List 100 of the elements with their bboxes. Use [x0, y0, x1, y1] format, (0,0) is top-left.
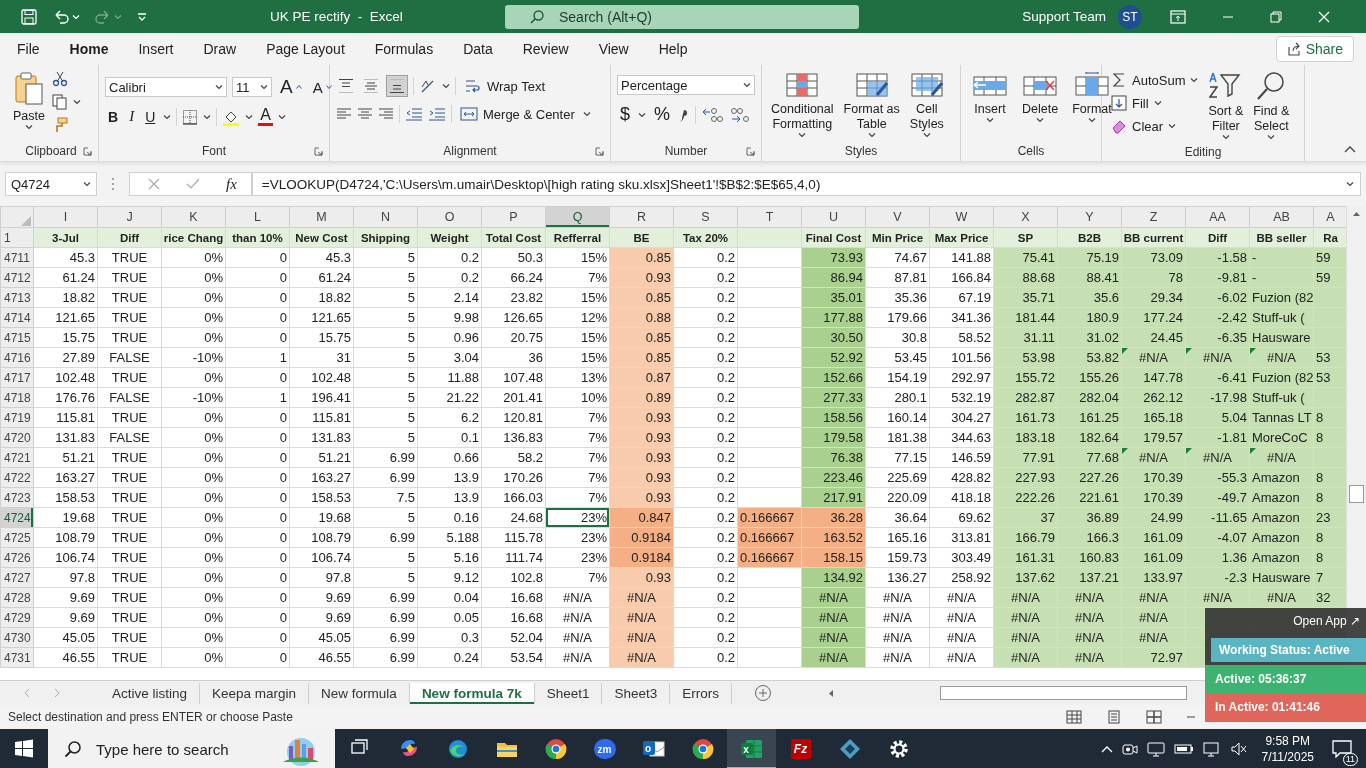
table-cell[interactable]: 121.65 [289, 307, 354, 328]
table-cell[interactable]: 0% [161, 287, 226, 308]
shrink-font-button[interactable]: A [309, 77, 335, 97]
caret-icon[interactable] [638, 111, 646, 118]
close-icon[interactable] [1318, 10, 1330, 23]
table-cell[interactable]: 0.66 [417, 447, 482, 468]
table-cell[interactable]: 19.68 [289, 507, 354, 528]
column-header[interactable]: J [97, 206, 162, 228]
table-cell[interactable]: 6.2 [417, 407, 482, 428]
table-cell[interactable]: TRUE [97, 647, 162, 668]
table-cell[interactable]: #N/A [929, 607, 994, 628]
caret-icon[interactable] [215, 84, 223, 90]
table-cell[interactable]: 292.97 [929, 367, 994, 388]
table-cell[interactable]: 15% [545, 287, 610, 308]
table-cell[interactable]: 6.99 [353, 587, 418, 608]
caret-icon[interactable] [72, 99, 81, 105]
table-cell[interactable]: 163.27 [33, 467, 98, 488]
table-cell[interactable]: 5.16 [417, 547, 482, 568]
menu-tab[interactable]: Review [509, 35, 582, 63]
table-cell[interactable]: 120.81 [481, 407, 546, 428]
table-cell[interactable]: 225.69 [865, 467, 930, 488]
table-cell[interactable]: 0% [161, 647, 226, 668]
table-cell[interactable]: 0.1 [417, 427, 482, 448]
table-cell[interactable]: 5 [353, 367, 418, 388]
row-header[interactable]: 4712 [0, 267, 34, 288]
table-cell[interactable]: 23.82 [481, 287, 546, 308]
table-cell[interactable]: 115.81 [33, 407, 98, 428]
scroll-thumb[interactable] [940, 686, 1187, 700]
row-header[interactable]: 4718 [0, 387, 34, 408]
table-cell[interactable]: 0 [225, 627, 290, 648]
column-header[interactable]: P [481, 206, 546, 228]
table-cell[interactable]: 0.2 [673, 487, 738, 508]
table-cell[interactable]: 6.99 [353, 527, 418, 548]
table-cell[interactable]: 5 [353, 347, 418, 368]
launcher-icon[interactable] [746, 147, 755, 156]
table-cell[interactable]: 159.73 [865, 547, 930, 568]
table-cell[interactable]: #N/A [545, 647, 610, 668]
table-cell[interactable]: 69.62 [929, 507, 994, 528]
row-header[interactable]: 4726 [0, 547, 34, 568]
table-cell[interactable]: 0% [161, 467, 226, 488]
column-header[interactable]: L [225, 206, 290, 228]
table-cell[interactable]: 0.3 [417, 627, 482, 648]
table-cell[interactable]: 18.82 [289, 287, 354, 308]
row-header[interactable]: 4731 [0, 647, 34, 668]
table-cell[interactable]: 67.19 [929, 287, 994, 308]
table-cell[interactable]: 5 [353, 307, 418, 328]
table-cell[interactable]: 170.26 [481, 467, 546, 488]
table-cell[interactable]: 5.188 [417, 527, 482, 548]
table-cell[interactable]: 160.14 [865, 407, 930, 428]
table-cell[interactable]: 0.2 [673, 567, 738, 588]
table-cell[interactable]: 36.64 [865, 507, 930, 528]
table-cell[interactable]: 0.2 [673, 387, 738, 408]
sheet-tab[interactable]: Errors [670, 682, 732, 704]
table-cell[interactable]: 428.82 [929, 467, 994, 488]
menu-tab[interactable]: Draw [190, 35, 250, 63]
launcher-icon[interactable] [83, 147, 92, 156]
search-icon[interactable] [64, 740, 82, 758]
table-cell[interactable]: TRUE [97, 487, 162, 508]
table-cell[interactable]: 1 [225, 387, 290, 408]
launcher-icon[interactable] [595, 147, 604, 156]
search-field[interactable]: Search (Alt+Q) [505, 4, 859, 29]
table-cell[interactable]: 0.2 [673, 547, 738, 568]
row-header[interactable]: 4723 [0, 487, 34, 508]
table-cell[interactable]: 5 [353, 507, 418, 528]
table-cell[interactable]: 0% [161, 267, 226, 288]
table-cell[interactable]: 304.27 [929, 407, 994, 428]
table-cell[interactable]: 10% [545, 387, 610, 408]
merge-center-button[interactable]: Merge & Center [457, 105, 578, 123]
table-cell[interactable]: 0% [161, 447, 226, 468]
table-cell[interactable]: 7% [545, 487, 610, 508]
table-cell[interactable]: #N/A [545, 627, 610, 648]
table-cell[interactable]: 66.24 [481, 267, 546, 288]
underline-button[interactable]: U [142, 107, 159, 126]
row-header[interactable]: 1 [0, 227, 34, 248]
table-cell[interactable]: 158.53 [33, 487, 98, 508]
column-header[interactable]: I [33, 206, 98, 228]
table-cell[interactable]: 102.48 [33, 367, 98, 388]
format-as-table-button[interactable]: Format as Table [840, 69, 903, 140]
table-cell[interactable]: 45.3 [289, 247, 354, 268]
row-header[interactable]: 4717 [0, 367, 34, 388]
table-cell[interactable]: 181.38 [865, 427, 930, 448]
table-cell[interactable]: 9.12 [417, 567, 482, 588]
table-cell[interactable]: 165.16 [865, 527, 930, 548]
table-cell[interactable]: 51.21 [289, 447, 354, 468]
table-cell[interactable]: 107.48 [481, 367, 546, 388]
table-cell[interactable]: 15% [545, 247, 610, 268]
normal-view-icon[interactable] [1066, 710, 1082, 724]
scroll-thumb[interactable] [1349, 485, 1364, 503]
table-cell[interactable]: 0.96 [417, 327, 482, 348]
table-cell[interactable]: 0.05 [417, 607, 482, 628]
table-cell[interactable]: 0.2 [673, 587, 738, 608]
table-cell[interactable]: 101.56 [929, 347, 994, 368]
table-cell[interactable]: 6.99 [353, 607, 418, 628]
table-cell[interactable]: 163.27 [289, 467, 354, 488]
table-cell[interactable]: 0% [161, 627, 226, 648]
caret-icon[interactable] [1346, 181, 1354, 187]
caret-icon[interactable] [260, 84, 268, 90]
table-cell[interactable]: 0.2 [673, 507, 738, 528]
table-cell[interactable]: 0% [161, 487, 226, 508]
table-cell[interactable]: TRUE [97, 547, 162, 568]
